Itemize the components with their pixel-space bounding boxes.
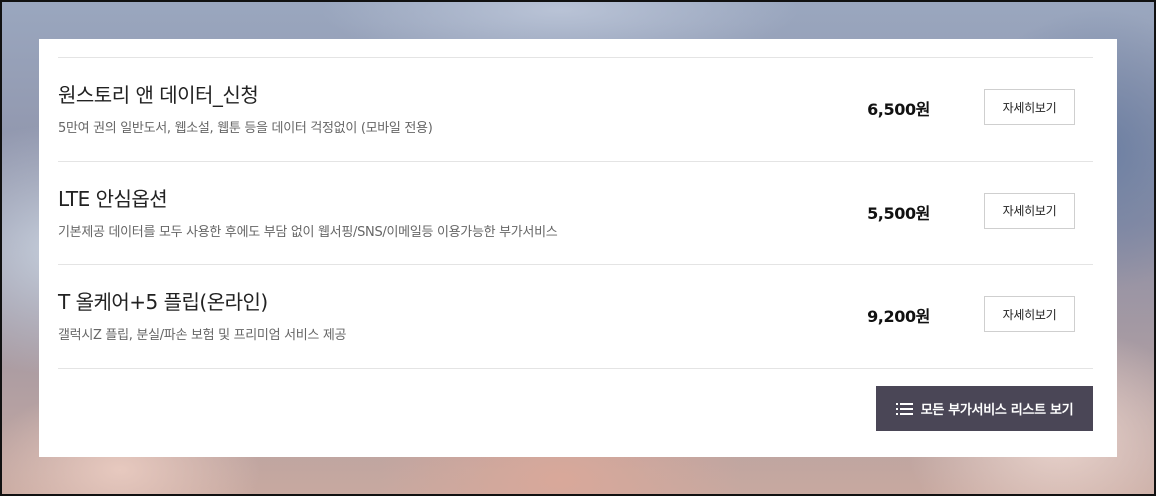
detail-button[interactable]: 자세히보기: [984, 192, 1075, 229]
all-services-button-label: 모든 부가서비스 리스트 보기: [920, 403, 1074, 418]
list-item: T 올케어+5 플립(온라인) 갤럭시Z 플립, 분실/파손 보험 및 프리미엄…: [58, 265, 1093, 369]
list-item: LTE 안심옵션 기본제공 데이터를 모두 사용한 후에도 부담 없이 웹서핑/…: [58, 162, 1093, 265]
detail-button[interactable]: 자세히보기: [984, 89, 1075, 125]
list-item: 원스토리 앤 데이터_신청 5만여 권의 일반도서, 웹소설, 웹툰 등을 데이…: [58, 58, 1093, 162]
service-description: 5만여 권의 일반도서, 웹소설, 웹툰 등을 데이터 걱정없이 (모바일 전용…: [58, 121, 433, 136]
list-icon: [895, 402, 913, 415]
service-price: 5,500원: [867, 203, 930, 223]
all-services-list-button[interactable]: 모든 부가서비스 리스트 보기: [876, 386, 1093, 431]
detail-button[interactable]: 자세히보기: [984, 296, 1075, 332]
service-title: LTE 안심옵션: [58, 186, 168, 211]
service-list-card: 원스토리 앤 데이터_신청 5만여 권의 일반도서, 웹소설, 웹툰 등을 데이…: [39, 39, 1117, 457]
service-title: 원스토리 앤 데이터_신청: [58, 83, 259, 107]
service-price: 9,200원: [867, 307, 930, 326]
service-description: 갤럭시Z 플립, 분실/파손 보험 및 프리미엄 서비스 제공: [58, 328, 347, 343]
service-list: 원스토리 앤 데이터_신청 5만여 권의 일반도서, 웹소설, 웹툰 등을 데이…: [58, 57, 1093, 369]
service-price: 6,500원: [867, 100, 930, 119]
service-title: T 올케어+5 플립(온라인): [58, 290, 268, 314]
service-description: 기본제공 데이터를 모두 사용한 후에도 부담 없이 웹서핑/SNS/이메일등 …: [58, 224, 558, 240]
